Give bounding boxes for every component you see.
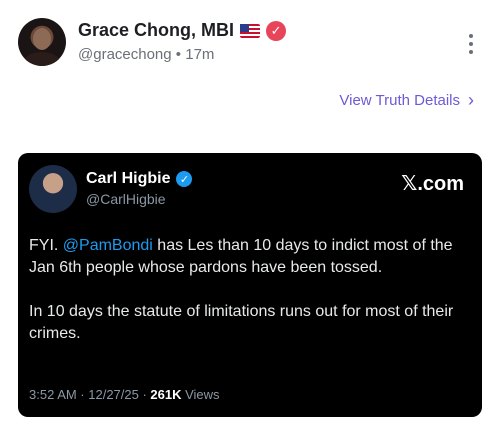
avatar-face (33, 28, 51, 50)
verified-badge-icon: ✓ (266, 20, 287, 41)
embed-timestamp[interactable]: 3:52 AM · 12/27/25 · (29, 387, 150, 402)
view-truth-details-label: View Truth Details (339, 91, 460, 109)
x-logo-icon[interactable]: 𝕏.com (401, 171, 464, 196)
post-time: 17m (185, 46, 215, 63)
view-truth-details-link[interactable]: View Truth Details › (339, 91, 474, 109)
views-count: 261K (150, 387, 182, 402)
more-vertical-icon[interactable] (468, 34, 474, 54)
embed-author-handle[interactable]: @CarlHigbie (86, 191, 166, 207)
verified-badge-icon: ✓ (176, 171, 193, 187)
embedded-tweet-card[interactable]: Carl Higbie ✓ @CarlHigbie 𝕏.com FYI. @Pa… (18, 153, 482, 417)
author-name-row: Grace Chong, MBI ✓ (78, 20, 287, 41)
embed-meta: 3:52 AM · 12/27/25 · 261K Views (29, 387, 220, 402)
tweet-paragraph-2: In 10 days the statute of limitations ru… (29, 303, 454, 342)
author-meta: @gracechong • 17m (78, 46, 214, 63)
mention-link[interactable]: @PamBondi (63, 237, 153, 254)
avatar-shoulders (24, 52, 60, 66)
tweet-paragraph-1: FYI. @PamBondi has Les than 10 days to i… (29, 237, 453, 276)
embed-author-avatar[interactable] (29, 165, 77, 213)
meta-separator: • (175, 46, 182, 63)
embed-author-name-row: Carl Higbie ✓ (86, 170, 193, 188)
embed-tweet-text: FYI. @PamBondi has Les than 10 days to i… (29, 235, 474, 367)
author-avatar[interactable] (18, 18, 66, 66)
views-label: Views (181, 387, 220, 402)
embed-author-name[interactable]: Carl Higbie (86, 170, 170, 188)
us-flag-icon (240, 23, 261, 38)
author-handle[interactable]: @gracechong (78, 46, 172, 63)
author-name[interactable]: Grace Chong, MBI (78, 20, 234, 41)
chevron-right-icon: › (468, 90, 474, 110)
